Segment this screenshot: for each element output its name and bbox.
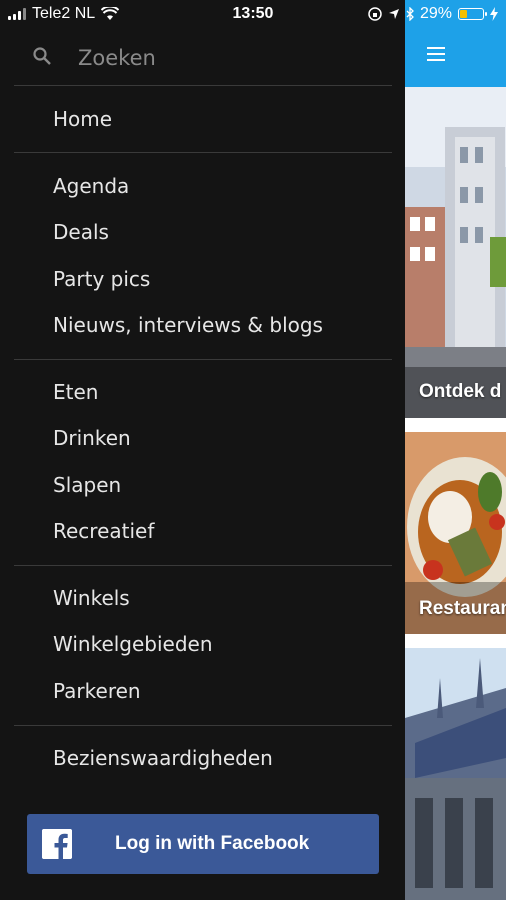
content-card[interactable]: Restauran (405, 432, 506, 634)
hamburger-menu-icon[interactable] (427, 47, 445, 61)
card-title: Restauran (419, 598, 506, 619)
menu-item-news[interactable]: Nieuws, interviews & blogs (53, 313, 323, 337)
battery-icon (458, 8, 487, 20)
facebook-login-label: Log in with Facebook (115, 833, 310, 854)
menu-divider (14, 152, 392, 153)
menu-item-parkeren[interactable]: Parkeren (53, 679, 141, 703)
facebook-login-button[interactable]: Log in with Facebook (27, 814, 379, 874)
location-icon (388, 9, 399, 19)
menu-item-winkels[interactable]: Winkels (53, 586, 130, 610)
content-card[interactable]: Ontdek d (405, 87, 506, 418)
cathedral-photo (405, 648, 506, 900)
search-bar (14, 30, 392, 86)
menu-item-party-pics[interactable]: Party pics (53, 267, 150, 291)
content-card[interactable] (405, 648, 506, 900)
search-icon[interactable] (32, 46, 52, 66)
menu-divider (14, 725, 392, 726)
bluetooth-icon (406, 7, 414, 21)
street-photo (405, 87, 506, 418)
status-bar: Tele2 NL 13:50 29% (0, 0, 506, 30)
menu-divider (14, 565, 392, 566)
navigation-drawer: Home Agenda Deals Party pics Nieuws, int… (0, 0, 405, 900)
search-input[interactable] (76, 42, 380, 74)
menu-item-slapen[interactable]: Slapen (53, 473, 121, 497)
menu-item-bezienswaardigheden[interactable]: Bezienswaardigheden (53, 746, 273, 770)
status-right: 29% (368, 5, 498, 23)
card-title: Ontdek d (419, 381, 502, 402)
menu-item-deals[interactable]: Deals (53, 220, 109, 244)
charging-icon (490, 7, 498, 21)
menu-item-agenda[interactable]: Agenda (53, 174, 129, 198)
lock-rotation-icon (368, 7, 382, 21)
menu-item-home[interactable]: Home (53, 107, 112, 131)
menu-item-drinken[interactable]: Drinken (53, 426, 131, 450)
facebook-icon (42, 829, 72, 859)
main-content: Ontdek d Restauran (405, 0, 506, 900)
menu-item-eten[interactable]: Eten (53, 380, 98, 404)
menu-item-recreatief[interactable]: Recreatief (53, 519, 154, 543)
menu-divider (14, 359, 392, 360)
battery-percent: 29% (419, 5, 452, 22)
menu-item-winkelgebieden[interactable]: Winkelgebieden (53, 632, 213, 656)
